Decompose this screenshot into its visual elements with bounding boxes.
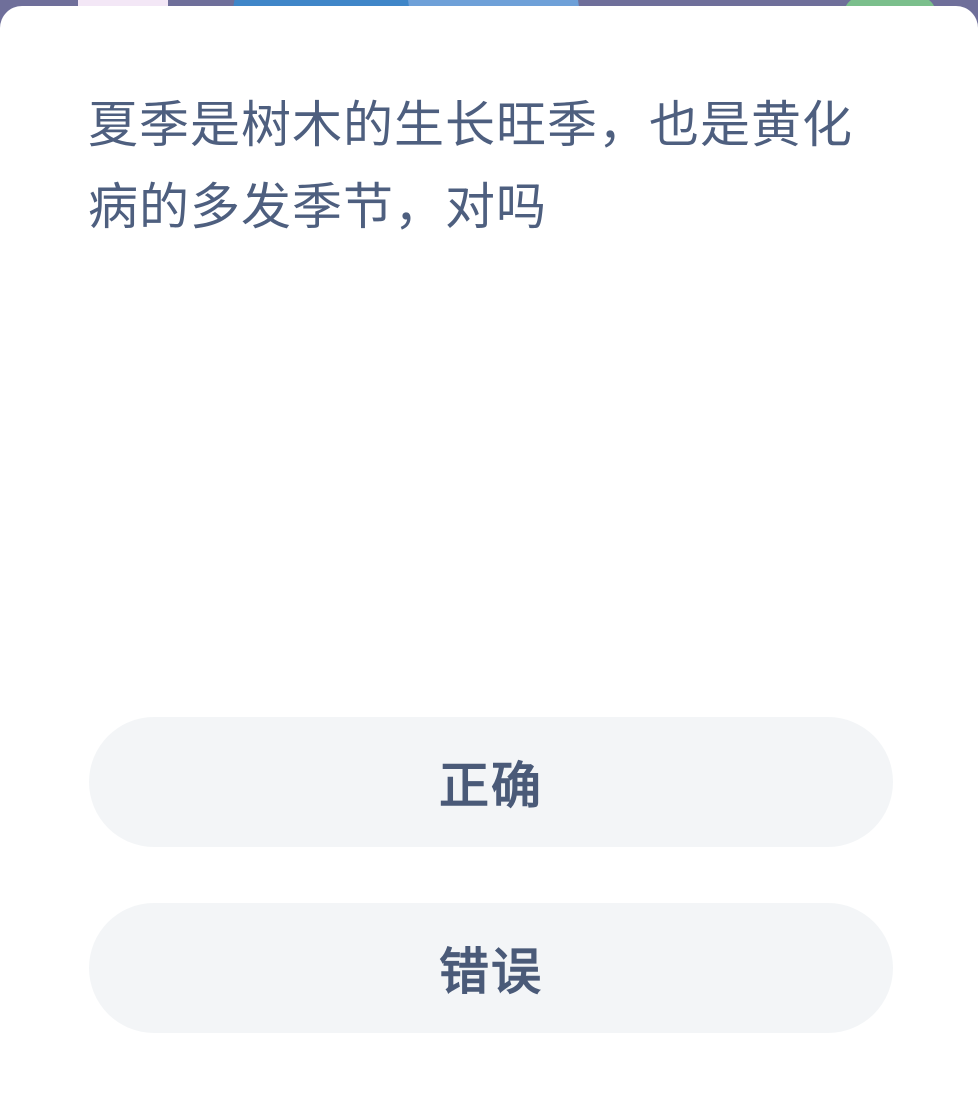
answer-false-label: 错误	[439, 943, 543, 1001]
question-text: 夏季是树木的生长旺季，也是黄化病的多发季节，对吗	[88, 96, 853, 236]
answer-true-button[interactable]: 正确	[89, 717, 893, 847]
quiz-card: 夏季是树木的生长旺季，也是黄化病的多发季节，对吗 正确 错误	[0, 6, 978, 1097]
answer-true-label: 正确	[439, 757, 543, 815]
answer-false-button[interactable]: 错误	[89, 903, 893, 1033]
